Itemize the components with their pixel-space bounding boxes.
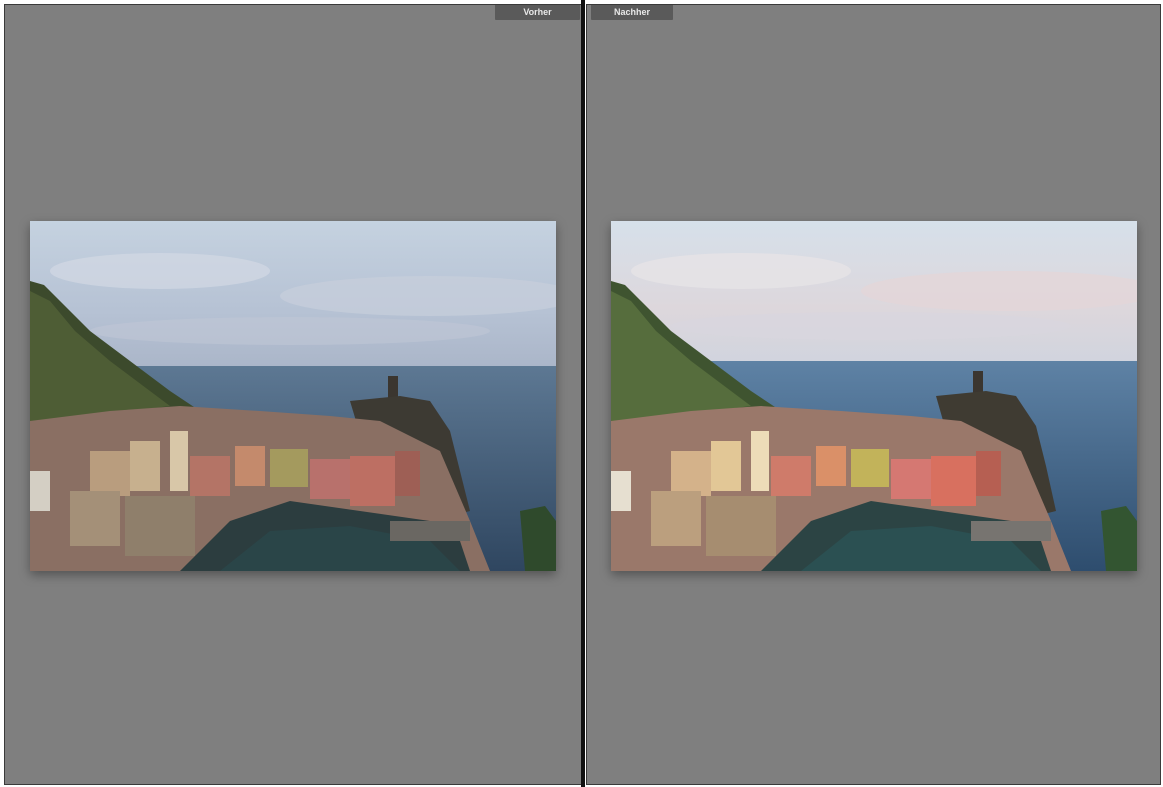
after-photo	[611, 221, 1137, 571]
before-photo	[30, 221, 556, 571]
compare-divider[interactable]	[581, 0, 585, 787]
after-pane: Nachher	[586, 4, 1161, 785]
after-label-tab[interactable]: Nachher	[591, 5, 673, 20]
after-photo-image	[611, 221, 1137, 571]
before-after-compare-view: Vorher Nachher	[0, 0, 1163, 787]
before-photo-image	[30, 221, 556, 571]
before-label-tab[interactable]: Vorher	[495, 5, 580, 20]
before-pane: Vorher	[4, 4, 582, 785]
